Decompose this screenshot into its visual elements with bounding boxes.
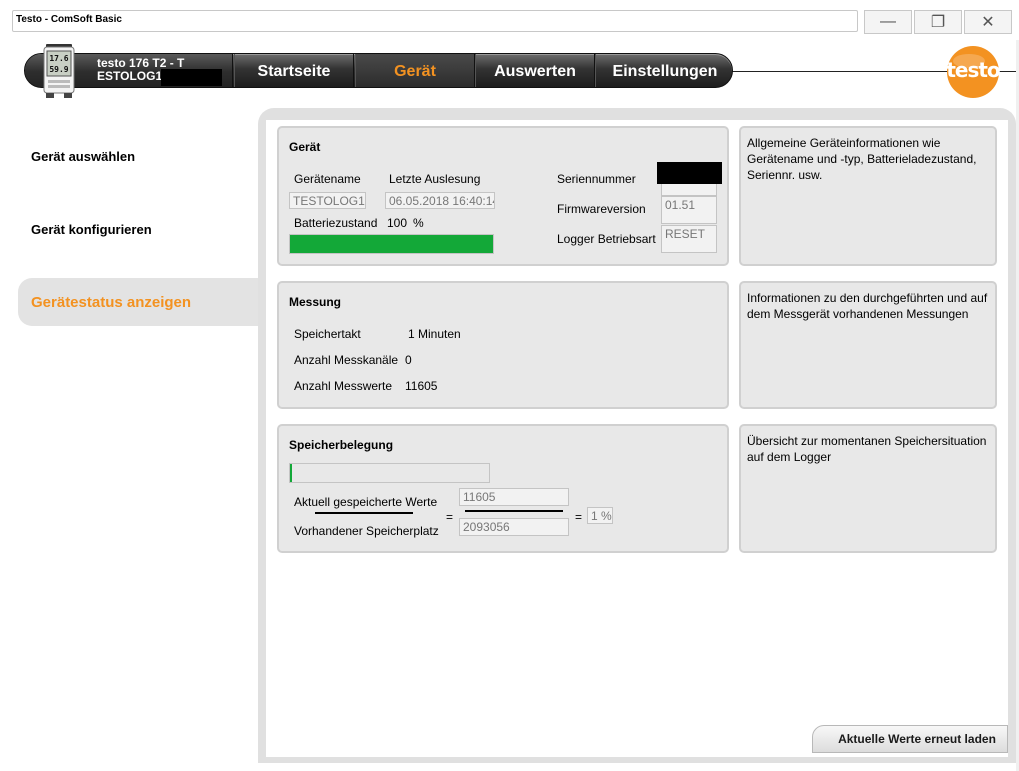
redacted-box [657,162,722,184]
tab-auswerten[interactable]: Auswerten [475,54,595,87]
firmwareversion-field[interactable]: 01.51 [661,196,717,224]
testo-logo: testo [945,46,1001,98]
speicher-prozent-field[interactable]: 1 % [587,507,613,524]
logger-display-line2: 59.9 [49,65,68,74]
reload-values-button[interactable]: Aktuelle Werte erneut laden [812,725,1008,753]
speichertakt-label: Speichertakt [294,327,361,341]
panel-title: Speicherbelegung [289,438,394,452]
equals-sign: = [446,510,454,524]
tab-geraet[interactable]: Gerät [355,54,475,87]
letzte-auslesung-field[interactable]: 06.05.2018 16:40:14 [385,192,495,209]
data-logger-icon: 17.6 59.9 [43,44,75,98]
equals-sign: = [575,510,583,524]
minimize-icon: — [880,13,896,30]
geraetename-field[interactable]: TESTOLOG1 [289,192,366,209]
info-messung: Informationen zu den durchgeführten und … [739,281,997,409]
fraction-line [315,512,413,514]
maximize-button[interactable]: ❐ [914,10,962,34]
panel-speicherbelegung: Speicherbelegung Aktuell gespeicherte We… [277,424,729,553]
geraetename-label: Gerätename [294,172,361,186]
tab-startseite[interactable]: Startseite [234,54,354,87]
window-title: Testo - ComSoft Basic [16,14,122,25]
info-speicher: Übersicht zur momentanen Speichersituati… [739,424,997,553]
logger-display-line1: 17.6 [49,54,68,63]
sidebar-item-geraetestatus[interactable]: Gerätestatus anzeigen [18,278,260,326]
batteriezustand-value: 100 [387,216,408,230]
messkanaele-label: Anzahl Messkanäle [294,353,399,367]
close-button[interactable]: ✕ [964,10,1012,34]
sidebar: Gerät auswählen Gerät konfigurieren Gerä… [18,112,260,762]
title-frame [12,10,858,32]
betriebsart-field[interactable]: RESET [661,225,717,253]
betriebsart-label: Logger Betriebsart [557,232,656,246]
redacted-box [161,69,222,86]
sidebar-item-geraet-auswaehlen[interactable]: Gerät auswählen [18,132,260,180]
messkanaele-value: 0 [405,353,412,367]
letzte-auslesung-label: Letzte Auslesung [389,172,481,186]
messwerte-value: 11605 [405,379,438,393]
messwerte-label: Anzahl Messwerte [294,379,393,393]
batteriezustand-unit: % [413,216,424,230]
tab-einstellungen[interactable]: Einstellungen [595,54,732,87]
speicherplatz-label: Vorhandener Speicherplatz [294,524,439,538]
seriennummer-label: Seriennummer [557,172,636,186]
battery-progress-fill [290,235,493,253]
fraction-line [465,510,563,512]
main-navbar: testo 176 T2 - T ESTOLOG1 Startseite Ger… [24,53,733,88]
memory-progress [289,463,490,483]
memory-progress-fill [290,464,292,482]
device-id: ESTOLOG1 [97,69,163,83]
gespeicherte-werte-field[interactable]: 11605 [459,488,569,506]
panel-geraet: Gerät Gerätename Letzte Auslesung TESTOL… [277,126,729,266]
panel-title: Messung [289,295,342,309]
speicherplatz-field[interactable]: 2093056 [459,518,569,536]
battery-progress [289,234,494,254]
gespeicherte-werte-label: Aktuell gespeicherte Werte [294,495,438,509]
maximize-icon: ❐ [930,14,946,31]
firmwareversion-label: Firmwareversion [557,202,646,216]
window-titlebar: Testo - ComSoft Basic — ❐ ✕ [0,0,1019,40]
close-icon: ✕ [981,14,995,31]
panel-messung: Messung Speichertakt 1 Minuten Anzahl Me… [277,281,729,409]
minimize-button[interactable]: — [864,10,912,34]
panel-title: Gerät [289,140,321,154]
logo-text: testo [946,58,1000,82]
info-geraet: Allgemeine Geräteinformationen wie Gerät… [739,126,997,266]
batteriezustand-label: Batteriezustand [294,216,378,230]
sidebar-item-geraet-konfigurieren[interactable]: Gerät konfigurieren [18,205,260,253]
speichertakt-value: 1 Minuten [408,327,461,341]
